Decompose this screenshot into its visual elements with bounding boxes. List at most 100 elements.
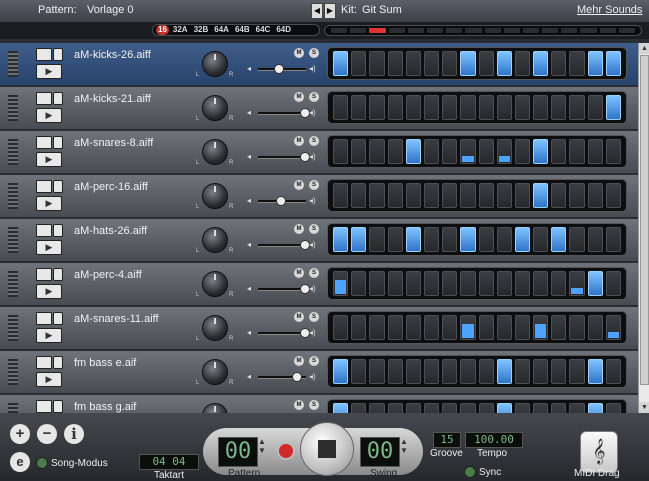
step-cell[interactable] xyxy=(533,51,549,76)
step-cell[interactable] xyxy=(442,315,458,340)
next-kit-button[interactable]: ▶ xyxy=(324,3,336,19)
tempo-display[interactable]: 100.00 xyxy=(465,432,523,448)
volume-slider[interactable] xyxy=(258,64,306,74)
solo-button[interactable]: S xyxy=(309,268,319,278)
volume-thumb[interactable] xyxy=(292,372,303,382)
step-cell[interactable] xyxy=(442,271,458,296)
step-cell[interactable] xyxy=(460,359,476,384)
step-cell[interactable] xyxy=(605,227,621,252)
step-cell[interactable] xyxy=(423,227,440,252)
step-cell[interactable] xyxy=(369,51,385,76)
step-cell[interactable] xyxy=(533,227,549,252)
preview-play-button[interactable]: ▶ xyxy=(36,240,62,255)
step-cell[interactable] xyxy=(351,271,367,296)
folder-icon[interactable] xyxy=(36,400,52,413)
step-cell[interactable] xyxy=(351,95,367,120)
step-cell[interactable] xyxy=(514,403,531,413)
step-cell[interactable] xyxy=(460,139,476,164)
step-cell[interactable] xyxy=(460,315,476,340)
step-cell[interactable] xyxy=(551,403,567,413)
step-cell[interactable] xyxy=(533,315,549,340)
step-cell[interactable] xyxy=(442,403,458,413)
solo-button[interactable]: S xyxy=(309,136,319,146)
step-cell[interactable] xyxy=(478,403,494,413)
step-cell[interactable] xyxy=(442,95,458,120)
bank-32b-button[interactable]: 32B xyxy=(192,25,211,35)
time-signature-display[interactable]: 04 04 xyxy=(139,454,199,470)
pan-knob[interactable] xyxy=(202,183,228,209)
bank-64d-button[interactable]: 64D xyxy=(274,25,293,35)
drag-handle-icon[interactable] xyxy=(8,227,18,253)
track-name[interactable]: aM-perc-16.aiff xyxy=(74,181,148,193)
step-cell[interactable] xyxy=(569,227,585,252)
pan-knob[interactable] xyxy=(202,227,228,253)
volume-slider[interactable] xyxy=(258,108,310,118)
step-cell[interactable] xyxy=(496,227,512,252)
step-cell[interactable] xyxy=(387,359,403,384)
track-row[interactable]: ▶ aM-kicks-21.aiff L R M S ◂ ◂) xyxy=(0,87,638,131)
scroll-up-arrow[interactable]: ▲ xyxy=(639,43,649,54)
step-cell[interactable] xyxy=(533,139,549,164)
mute-button[interactable]: M xyxy=(294,92,304,102)
scroll-down-arrow[interactable]: ▼ xyxy=(639,402,649,413)
step-cell[interactable] xyxy=(333,315,349,340)
step-cell[interactable] xyxy=(514,95,531,120)
bank-32a-button[interactable]: 32A xyxy=(171,25,190,35)
step-cell[interactable] xyxy=(387,403,403,413)
step-cell[interactable] xyxy=(333,403,349,413)
solo-button[interactable]: S xyxy=(309,224,319,234)
step-cell[interactable] xyxy=(605,271,621,296)
step-cell[interactable] xyxy=(514,51,531,76)
step-cell[interactable] xyxy=(405,139,421,164)
export-button[interactable]: e xyxy=(10,452,30,472)
step-cell[interactable] xyxy=(442,51,458,76)
folder-icon[interactable] xyxy=(36,268,52,281)
step-cell[interactable] xyxy=(423,315,440,340)
step-cell[interactable] xyxy=(587,359,603,384)
groove-display[interactable]: 15 xyxy=(433,432,461,448)
step-cell[interactable] xyxy=(587,271,603,296)
step-cell[interactable] xyxy=(496,359,512,384)
track-name[interactable]: aM-hats-26.aiff xyxy=(74,225,147,237)
pan-knob[interactable] xyxy=(202,403,228,413)
step-cell[interactable] xyxy=(605,315,621,340)
step-cell[interactable] xyxy=(551,51,567,76)
step-cell[interactable] xyxy=(405,51,421,76)
drag-handle-icon[interactable] xyxy=(8,139,18,165)
step-cell[interactable] xyxy=(333,227,349,252)
mute-button[interactable]: M xyxy=(294,356,304,366)
step-cell[interactable] xyxy=(551,315,567,340)
track-name[interactable]: aM-perc-4.aiff xyxy=(74,269,142,281)
remove-track-button[interactable]: − xyxy=(37,424,57,444)
step-cell[interactable] xyxy=(333,359,349,384)
folder-icon[interactable] xyxy=(36,224,52,237)
step-cell[interactable] xyxy=(587,183,603,208)
step-cell[interactable] xyxy=(533,183,549,208)
solo-button[interactable]: S xyxy=(309,92,319,102)
step-cell[interactable] xyxy=(460,183,476,208)
step-cell[interactable] xyxy=(405,271,421,296)
scroll-thumb[interactable] xyxy=(640,55,649,385)
step-cell[interactable] xyxy=(605,95,621,120)
lock-icon[interactable] xyxy=(53,312,63,325)
step-cell[interactable] xyxy=(496,403,512,413)
step-cell[interactable] xyxy=(569,271,585,296)
stop-button[interactable] xyxy=(300,422,354,476)
step-cell[interactable] xyxy=(351,227,367,252)
drag-handle-icon[interactable] xyxy=(8,315,18,341)
step-cell[interactable] xyxy=(460,95,476,120)
step-cell[interactable] xyxy=(551,227,567,252)
solo-button[interactable]: S xyxy=(309,312,319,322)
step-cell[interactable] xyxy=(533,359,549,384)
step-cell[interactable] xyxy=(496,315,512,340)
track-name[interactable]: aM-snares-8.aiff xyxy=(74,137,153,149)
step-cell[interactable] xyxy=(514,315,531,340)
step-cell[interactable] xyxy=(551,139,567,164)
track-row[interactable]: ▶ aM-hats-26.aiff L R M S ◂ ◂) xyxy=(0,219,638,263)
preview-play-button[interactable]: ▶ xyxy=(36,64,62,79)
step-cell[interactable] xyxy=(569,139,585,164)
bank-64b-button[interactable]: 64B xyxy=(233,25,252,35)
step-cell[interactable] xyxy=(442,227,458,252)
step-cell[interactable] xyxy=(405,359,421,384)
sync-toggle[interactable] xyxy=(464,466,476,478)
